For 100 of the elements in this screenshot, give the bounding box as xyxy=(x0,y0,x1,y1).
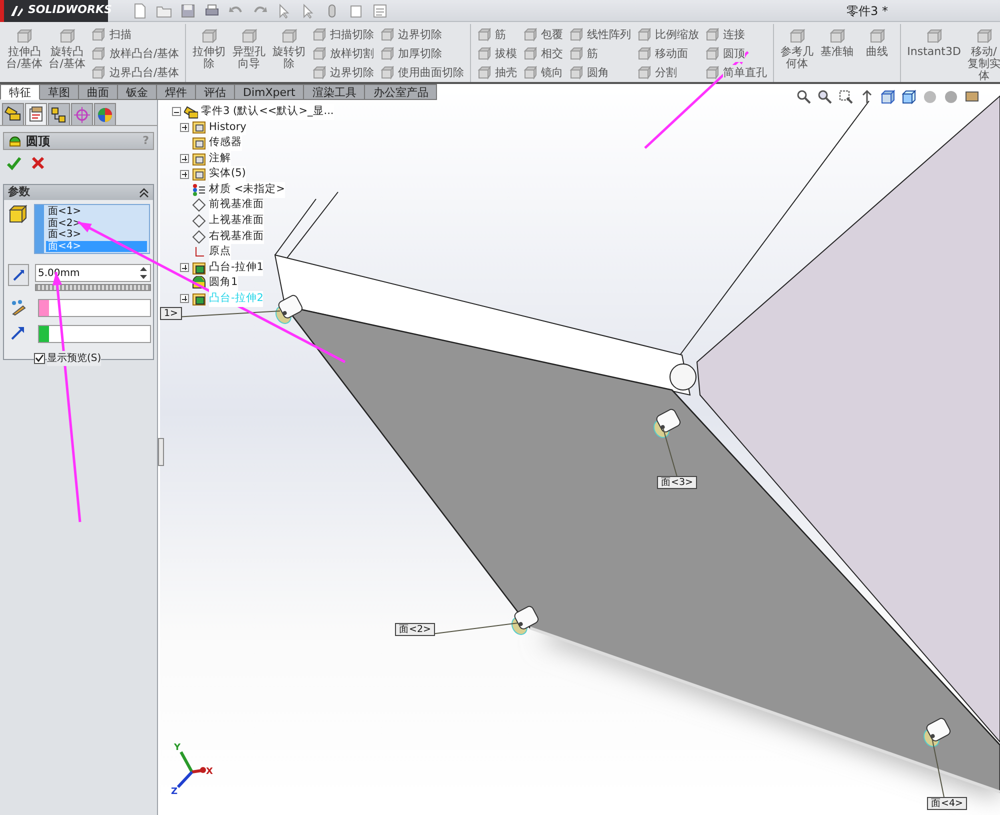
tree-item[interactable]: 传感器 xyxy=(209,135,242,151)
block-icon xyxy=(15,28,34,46)
command-button[interactable]: 圆顶 xyxy=(705,45,768,63)
close-icon[interactable] xyxy=(30,155,46,171)
block-icon xyxy=(705,66,720,80)
command-button[interactable]: 筋 xyxy=(569,45,632,63)
command-tab[interactable]: 办公室产品 xyxy=(365,84,438,100)
command-button[interactable]: 基准轴 xyxy=(820,26,854,80)
pencil-icon xyxy=(10,299,28,317)
color-field[interactable] xyxy=(38,299,151,317)
panel-tab[interactable] xyxy=(48,103,70,125)
face-callout: 面<2> xyxy=(395,623,435,636)
command-button[interactable]: 旋转凸 台/基体 xyxy=(48,26,86,80)
tree-item[interactable]: 原点 xyxy=(209,244,231,260)
command-tab[interactable]: 评估 xyxy=(196,84,235,100)
folder-icon xyxy=(192,120,206,134)
block-icon xyxy=(91,66,106,80)
block-icon xyxy=(569,28,584,42)
printer-icon[interactable] xyxy=(204,2,220,18)
block-icon xyxy=(477,66,492,80)
color-wheel-icon xyxy=(96,106,114,124)
block-icon xyxy=(280,28,298,46)
block-icon xyxy=(312,66,326,80)
command-tab[interactable]: 焊件 xyxy=(157,84,196,100)
tree-item[interactable]: 凸台-拉伸1 xyxy=(209,260,264,276)
axis-label: Z xyxy=(171,786,178,799)
magnifier-icon[interactable] xyxy=(796,89,812,105)
collapse-icon[interactable] xyxy=(139,188,149,198)
color-field[interactable] xyxy=(38,325,151,343)
direction-button[interactable] xyxy=(8,264,29,286)
command-button[interactable]: 筋 xyxy=(477,26,518,44)
command-button[interactable]: 移动/ 复制实 体 xyxy=(966,26,1000,80)
page-icon[interactable] xyxy=(348,2,364,18)
magnifier-icon[interactable] xyxy=(817,89,833,105)
tree-item[interactable]: 圆角1 xyxy=(209,275,238,292)
distance-field[interactable]: 5.00mm xyxy=(35,264,151,282)
cube-icon[interactable] xyxy=(880,89,896,105)
panel-tab[interactable] xyxy=(25,103,47,125)
command-button[interactable]: 拉伸切 除 xyxy=(192,26,226,80)
tree-item[interactable]: 材质 <未指定> xyxy=(209,182,285,198)
part-model-drawing[interactable] xyxy=(274,254,1000,794)
plane-icon xyxy=(192,198,206,212)
command-button[interactable]: 参考几 何体 xyxy=(780,26,814,80)
command-button[interactable]: 边界切除 xyxy=(380,26,464,44)
block-icon xyxy=(58,28,76,46)
expand-toggle[interactable] xyxy=(180,263,189,272)
page-icon[interactable] xyxy=(132,2,148,18)
splitter-handle[interactable] xyxy=(158,438,164,466)
expand-toggle[interactable] xyxy=(180,154,189,164)
list-icon[interactable] xyxy=(372,2,388,18)
tree-item[interactable]: 实体(5) xyxy=(209,166,246,182)
part-icon xyxy=(184,104,198,119)
block-icon xyxy=(705,47,720,61)
command-button[interactable]: 分割 xyxy=(637,64,700,82)
block-icon xyxy=(637,28,652,42)
block-icon xyxy=(828,28,846,46)
panel-tab[interactable] xyxy=(94,103,116,125)
block-icon xyxy=(569,66,584,80)
tree-item[interactable]: 注解 xyxy=(209,150,231,166)
panel-title-bar: 圆顶 ? xyxy=(3,132,154,150)
command-button[interactable]: Instant3D xyxy=(907,26,961,80)
folder-icon xyxy=(192,292,206,306)
section-title: 参数 xyxy=(8,184,30,200)
command-tab[interactable]: 钣金 xyxy=(118,84,157,100)
cube-icon xyxy=(8,204,28,224)
command-button[interactable]: 加厚切除 xyxy=(380,45,464,63)
command-tab[interactable]: 曲面 xyxy=(79,84,118,100)
list-item[interactable]: 面<1> xyxy=(46,206,147,218)
cube-icon[interactable] xyxy=(901,89,917,105)
expand-toggle[interactable] xyxy=(172,107,181,116)
block-icon xyxy=(240,28,258,46)
block-icon xyxy=(312,28,326,42)
spinner-icon[interactable] xyxy=(139,266,148,280)
command-button[interactable]: 异型孔 向导 xyxy=(232,26,266,80)
model-edge-line xyxy=(286,192,338,258)
tree-item[interactable]: 上视基准面 xyxy=(209,213,264,229)
command-tab[interactable]: DimXpert xyxy=(235,84,304,100)
checkmark-icon[interactable] xyxy=(6,155,22,171)
command-button[interactable]: 拉伸凸 台/基体 xyxy=(6,26,43,80)
command-button[interactable]: 曲线 xyxy=(860,26,894,80)
tree-item[interactable]: 前视基准面 xyxy=(209,197,264,214)
tree-item[interactable]: 右视基准面 xyxy=(209,228,264,244)
command-tab[interactable]: 渲染工具 xyxy=(304,84,366,100)
command-button[interactable]: 旋转切 除 xyxy=(272,26,306,80)
list-item[interactable]: 面<3> xyxy=(46,229,147,240)
tree-item[interactable]: History xyxy=(209,120,246,136)
preview-checkbox[interactable] xyxy=(34,353,45,364)
command-tab[interactable]: 草图 xyxy=(40,84,79,100)
arrow-icon xyxy=(12,268,26,282)
block-icon xyxy=(788,28,806,46)
expand-toggle[interactable] xyxy=(180,294,189,304)
command-tab[interactable]: 特征 xyxy=(0,84,40,100)
command-button[interactable]: 连接 xyxy=(705,26,768,44)
dome-icon xyxy=(8,134,22,148)
command-button[interactable]: 圆角 xyxy=(569,64,632,82)
panel-tab[interactable] xyxy=(2,103,24,125)
magnifier-icon[interactable] xyxy=(838,89,854,105)
face-callout: 1> xyxy=(160,307,182,320)
command-button[interactable]: 扫描 xyxy=(91,26,180,44)
crosshair-icon xyxy=(73,106,91,124)
